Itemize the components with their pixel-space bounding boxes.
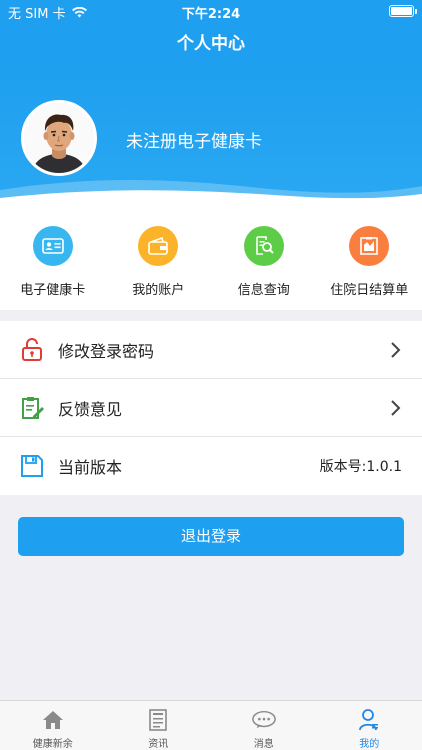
document-search-icon [243, 226, 284, 266]
action-inpatient-bill[interactable]: 住院日结算单 [317, 208, 422, 310]
action-health-card[interactable]: 电子健康卡 [0, 208, 106, 310]
lock-icon [19, 337, 45, 363]
status-time: 下午2:24 [181, 7, 241, 22]
action-label: 信息查询 [237, 283, 290, 298]
status-bar: 无 SIM 卡 下午2:24 [0, 0, 422, 22]
chat-icon [251, 708, 276, 732]
menu-current-version: 当前版本 版本号:1.0.1 [0, 437, 422, 495]
tab-home[interactable]: 健康新余 [0, 701, 106, 750]
wallet-icon [138, 226, 179, 266]
edit-note-icon [19, 395, 45, 421]
save-icon [19, 453, 45, 479]
avatar[interactable] [21, 100, 97, 176]
header-wave [0, 180, 422, 208]
id-card-icon [32, 226, 73, 266]
news-icon [146, 708, 170, 732]
menu-label: 反馈意见 [58, 399, 123, 419]
bill-icon [349, 226, 390, 266]
quick-actions: 电子健康卡 我的账户 信息查询 住院日结算单 [0, 208, 422, 310]
tab-label: 消息 [253, 739, 274, 750]
user-icon [357, 708, 381, 732]
version-number: 版本号:1.0.1 [319, 459, 402, 475]
menu-label: 修改登录密码 [58, 341, 155, 361]
tab-mine[interactable]: 我的 [317, 701, 422, 750]
home-icon [41, 708, 65, 732]
action-label: 我的账户 [132, 283, 185, 298]
action-my-account[interactable]: 我的账户 [106, 208, 212, 310]
menu-change-password[interactable]: 修改登录密码 [0, 321, 422, 379]
tab-label: 我的 [359, 739, 380, 750]
settings-list: 修改登录密码 反馈意见 当前版本 版本号:1.0.1 [0, 321, 422, 495]
action-label: 电子健康卡 [20, 283, 86, 298]
tab-news[interactable]: 资讯 [106, 701, 212, 750]
battery-icon [389, 5, 417, 17]
chevron-right-icon [391, 400, 401, 416]
tab-messages[interactable]: 消息 [211, 701, 317, 750]
nav-title: 个人中心 [0, 22, 422, 66]
logout-button[interactable]: 退出登录 [18, 517, 404, 556]
profile-header: 未注册电子健康卡 [0, 66, 422, 208]
chevron-right-icon [391, 342, 401, 358]
action-info-query[interactable]: 信息查询 [211, 208, 317, 310]
tab-label: 资讯 [148, 739, 169, 750]
tab-label: 健康新余 [32, 739, 73, 750]
health-card-status[interactable]: 未注册电子健康卡 [126, 127, 262, 152]
tab-bar: 健康新余 资讯 消息 我的 [0, 700, 422, 750]
menu-feedback[interactable]: 反馈意见 [0, 379, 422, 437]
action-label: 住院日结算单 [330, 283, 409, 298]
menu-label: 当前版本 [58, 458, 123, 477]
